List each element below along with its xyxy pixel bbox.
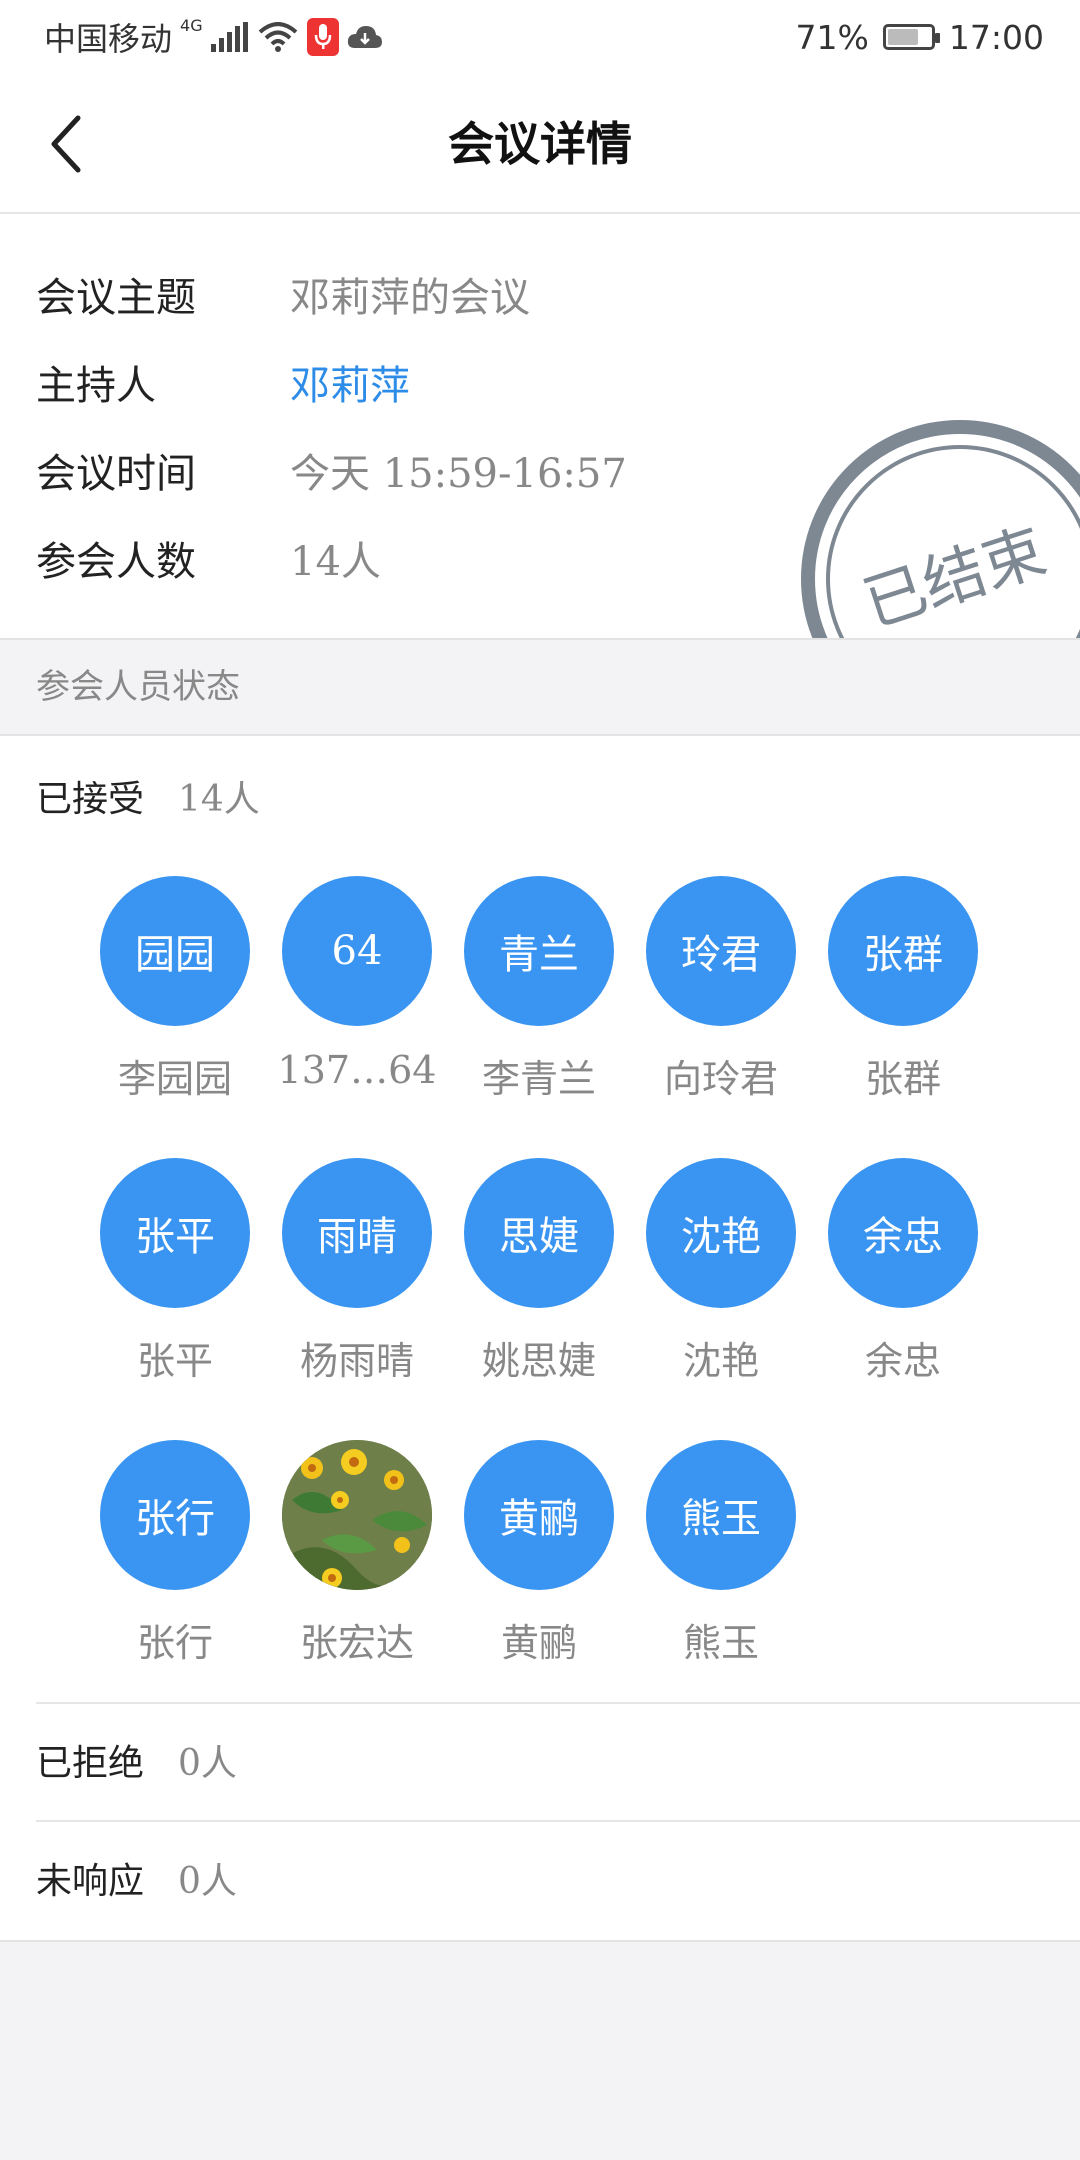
signal-icon	[210, 22, 248, 52]
participant-name: 张平	[136, 1339, 213, 1383]
participant-name: 余忠	[864, 1339, 941, 1383]
time-value: 今天 15:59-16:57	[290, 451, 627, 497]
clock: 17:00	[948, 17, 1044, 57]
avatar: 余忠	[828, 1158, 978, 1308]
count-label: 参会人数	[36, 539, 196, 585]
participant-name: 熊玉	[682, 1621, 759, 1665]
avatar: 沈艳	[646, 1158, 796, 1308]
participant[interactable]: 张群 张群	[812, 876, 994, 1103]
participant-name: 黄鹂	[500, 1621, 577, 1665]
avatar: 雨晴	[282, 1158, 432, 1308]
avatar-photo	[282, 1440, 432, 1590]
participants-panel: 已接受 14人 园园 李园园 64 137…64 青兰 李青兰 玲君 向玲君 张群 张群 张平 张平雨…	[0, 736, 1080, 1942]
accepted-row[interactable]: 已接受 14人	[36, 766, 260, 826]
battery-level	[887, 29, 918, 45]
topic-value: 邓莉萍的会议	[290, 275, 530, 321]
section-header: 参会人员状态	[0, 640, 1080, 736]
pending-label: 未响应	[36, 1861, 145, 1902]
participant[interactable]: 沈艳 沈艳	[630, 1158, 812, 1385]
participant-name: 姚思婕	[481, 1339, 596, 1383]
cloud-icon	[347, 26, 382, 48]
avatar: 青兰	[464, 876, 614, 1026]
network-type: 4G	[180, 16, 203, 35]
nav-bar: 会议详情	[0, 74, 1080, 214]
rejected-row[interactable]: 已拒绝 0人	[36, 1730, 237, 1790]
participant-name: 李园园	[117, 1057, 232, 1101]
rejected-count: 0人	[178, 1743, 237, 1784]
avatar: 园园	[100, 876, 250, 1026]
participant[interactable]: 园园 李园园	[84, 876, 266, 1103]
participant-name: 李青兰	[481, 1057, 596, 1101]
topic-row: 会议主题 邓莉萍的会议	[36, 264, 530, 324]
battery-icon	[882, 24, 940, 50]
avatar: 玲君	[646, 876, 796, 1026]
status-right: 71% 17:00	[796, 14, 1044, 60]
status-bar: 中国移动 4G 71% 17:00	[0, 0, 1080, 74]
participant-name: 沈艳	[682, 1339, 759, 1383]
participant[interactable]: 思婕 姚思婕	[448, 1158, 630, 1385]
participant-name: 张行	[136, 1621, 213, 1665]
participant[interactable]: 青兰 李青兰	[448, 876, 630, 1103]
participant[interactable]: 64 137…64	[266, 876, 448, 1092]
host-label: 主持人	[36, 363, 156, 409]
flower-photo-icon	[282, 1440, 432, 1590]
avatar: 黄鹂	[464, 1440, 614, 1590]
accepted-label: 已接受	[36, 779, 145, 820]
participant[interactable]: 张平 张平	[84, 1158, 266, 1385]
participant[interactable]: 张行 张行	[84, 1440, 266, 1667]
avatar: 思婕	[464, 1158, 614, 1308]
avatar: 64	[282, 876, 432, 1026]
avatar: 张平	[100, 1158, 250, 1308]
stamp-text: 已结束	[855, 514, 1054, 640]
topic-label: 会议主题	[36, 275, 196, 321]
host-row: 主持人 邓莉萍	[36, 352, 410, 412]
participant-name: 杨雨晴	[299, 1339, 414, 1383]
rejected-label: 已拒绝	[36, 1743, 145, 1784]
pending-count: 0人	[178, 1861, 237, 1902]
host-link[interactable]: 邓莉萍	[290, 353, 410, 411]
ended-stamp: 已结束	[801, 420, 1080, 640]
meeting-info: 会议主题 邓莉萍的会议 主持人 邓莉萍 会议时间 今天 15:59-16:57 …	[0, 214, 1080, 640]
participant[interactable]: 雨晴 杨雨晴	[266, 1158, 448, 1385]
section-title: 参会人员状态	[36, 667, 240, 707]
pending-row[interactable]: 未响应 0人	[36, 1848, 237, 1908]
participant-name: 张宏达	[299, 1621, 414, 1665]
participant[interactable]: 黄鹂 黄鹂	[448, 1440, 630, 1667]
avatar: 张行	[100, 1440, 250, 1590]
participant[interactable]: 玲君 向玲君	[630, 876, 812, 1103]
time-label: 会议时间	[36, 451, 196, 497]
avatar: 张群	[828, 876, 978, 1026]
avatar: 熊玉	[646, 1440, 796, 1590]
count-row: 参会人数 14人	[36, 528, 381, 588]
divider	[36, 1702, 1080, 1704]
participant-name: 张群	[864, 1057, 941, 1101]
participant[interactable]: 熊玉 熊玉	[630, 1440, 812, 1667]
status-left: 中国移动 4G	[44, 14, 383, 60]
accepted-count: 14人	[178, 779, 260, 820]
battery-percent: 71%	[795, 17, 869, 57]
participant-name: 向玲君	[663, 1057, 778, 1101]
carrier-name: 中国移动	[44, 20, 173, 58]
wifi-icon	[258, 22, 297, 52]
page-title: 会议详情	[448, 117, 632, 171]
participant[interactable]: 余忠 余忠	[812, 1158, 994, 1385]
participant-name: 137…64	[277, 1048, 437, 1092]
microphone-icon	[306, 18, 339, 56]
time-row: 会议时间 今天 15:59-16:57	[36, 440, 627, 500]
count-value: 14人	[290, 539, 381, 585]
participant[interactable]: 张宏达	[266, 1440, 448, 1667]
divider	[36, 1820, 1080, 1822]
